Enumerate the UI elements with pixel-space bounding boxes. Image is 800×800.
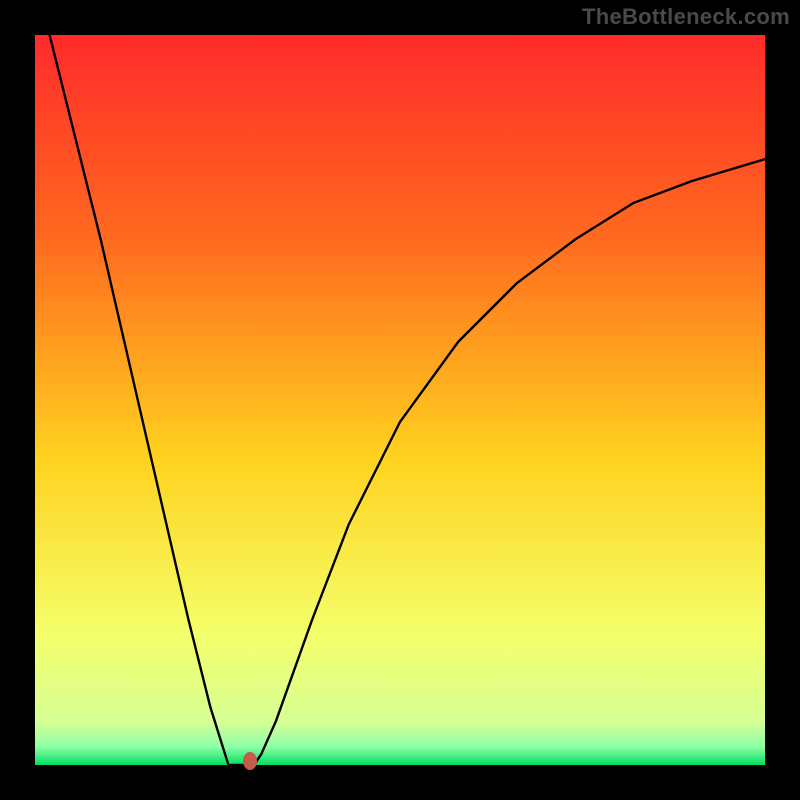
watermark-text: TheBottleneck.com bbox=[582, 4, 790, 30]
chart-frame: TheBottleneck.com bbox=[0, 0, 800, 800]
optimal-point-marker bbox=[243, 752, 257, 770]
gradient-rect bbox=[35, 35, 765, 765]
plot-area bbox=[35, 35, 765, 765]
plot-svg bbox=[35, 35, 765, 765]
